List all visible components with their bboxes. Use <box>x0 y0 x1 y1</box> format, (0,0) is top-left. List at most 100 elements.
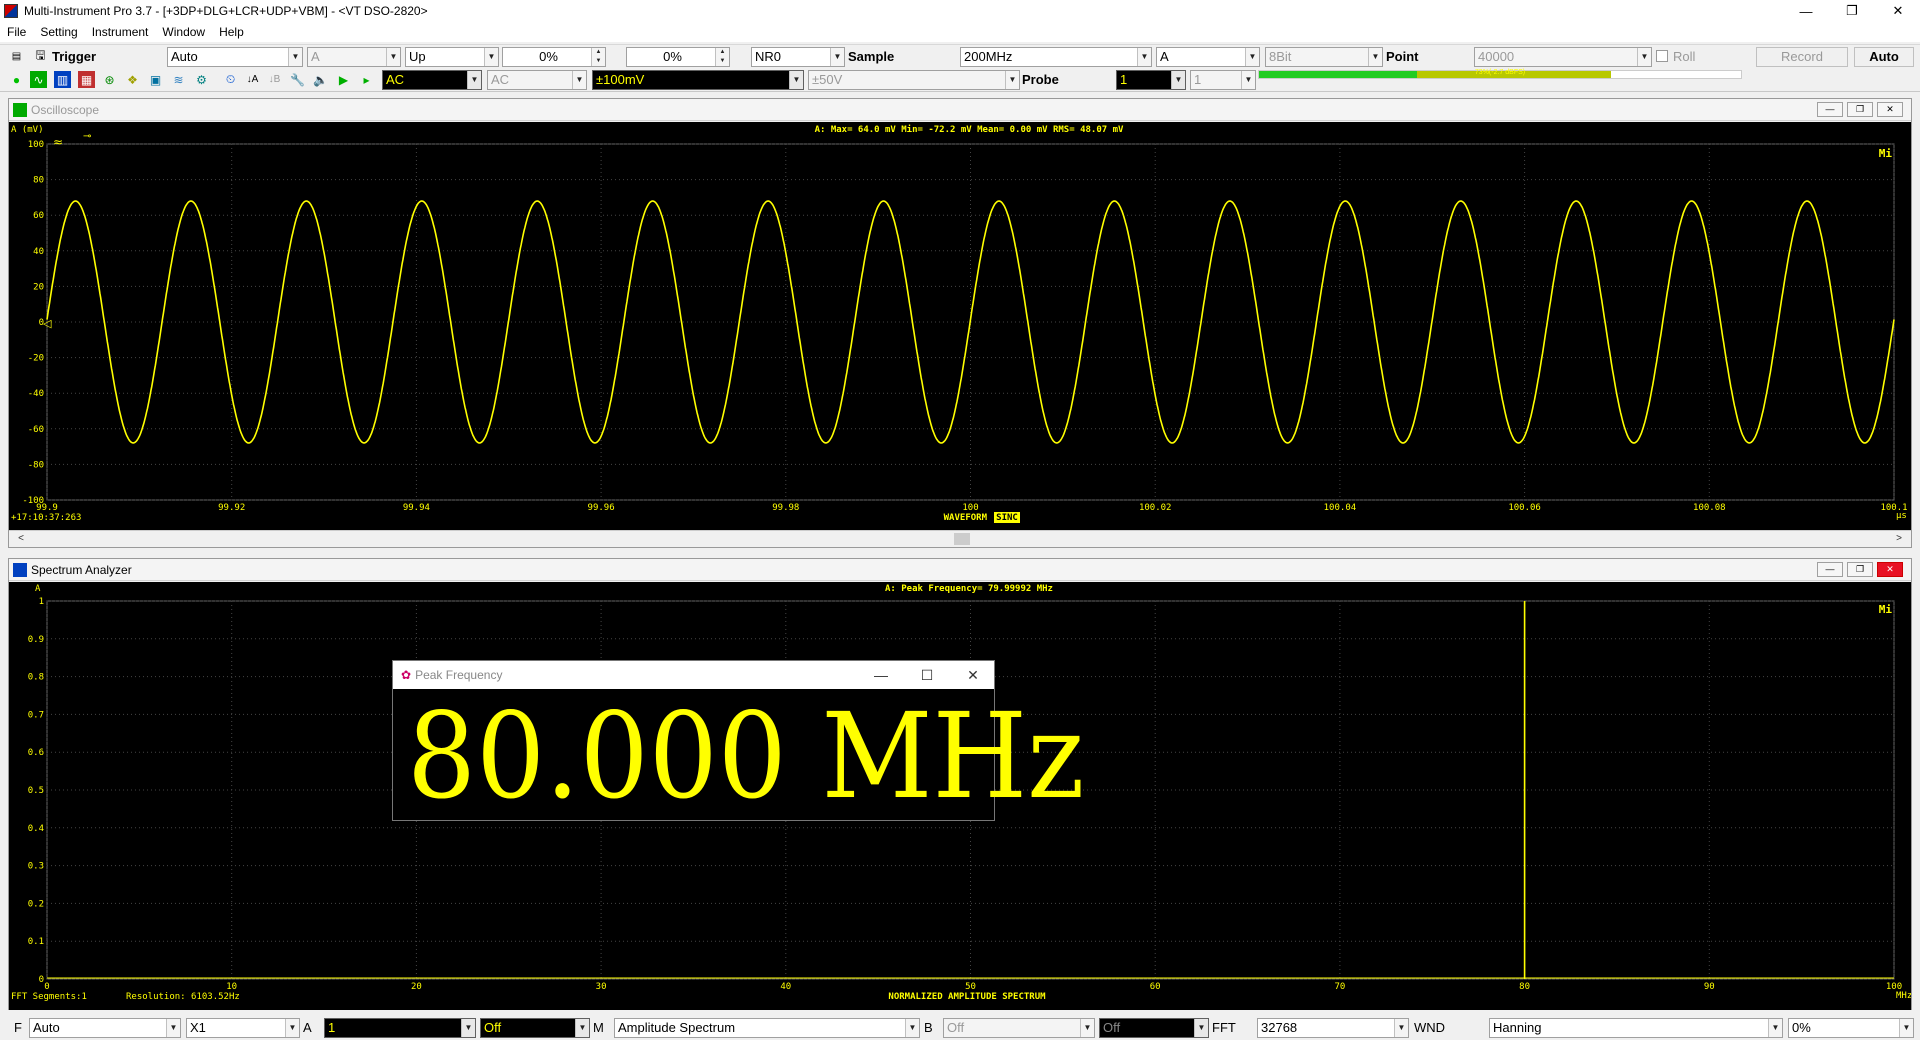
close-icon[interactable]: ✕ <box>950 661 996 689</box>
sample-channel-select[interactable]: A ▼ <box>1156 47 1260 67</box>
resolution: Resolution: 6103.52Hz <box>126 992 240 1002</box>
mode-label: NORMALIZED AMPLITUDE SPECTRUM <box>888 992 1046 1002</box>
wrench-icon[interactable]: 🔧 <box>289 71 306 88</box>
minimize-icon[interactable]: — <box>1817 102 1843 117</box>
step-icon[interactable]: ▸ <box>358 71 375 88</box>
trigger-level-stepper[interactable]: 0% ▲ ▼ <box>502 47 606 67</box>
window-function-select[interactable]: Hanning ▼ <box>1489 1018 1783 1038</box>
probe-a-value: 1 <box>1120 72 1128 87</box>
menu-file[interactable]: File <box>0 25 33 39</box>
b-average-select[interactable]: Off ▼ <box>943 1018 1095 1038</box>
scroll-left-icon[interactable]: < <box>13 531 29 547</box>
trigger-channel-select[interactable]: A ▼ <box>307 47 401 67</box>
run-indicator-icon[interactable]: ● <box>8 71 25 88</box>
menu-setting[interactable]: Setting <box>33 25 84 39</box>
peak-frequency-title: Peak Frequency <box>415 668 503 682</box>
auto-button[interactable]: Auto <box>1854 47 1914 67</box>
b-average-value: Off <box>947 1020 965 1035</box>
y-tick-label: -80 <box>28 460 44 470</box>
restore-button[interactable]: ❐ <box>1829 0 1875 22</box>
label-a-icon[interactable]: ↓A <box>244 71 261 88</box>
maximize-icon[interactable]: ☐ <box>904 661 950 689</box>
m-mode-select[interactable]: Amplitude Spectrum ▼ <box>614 1018 920 1038</box>
fft-segments: FFT Segments:1 <box>11 992 87 1002</box>
x-tick-label: 100 <box>962 503 978 513</box>
chevron-down-icon: ▼ <box>386 48 400 66</box>
y-tick-label: 40 <box>33 247 44 257</box>
x-tick-label: 99.94 <box>403 503 430 513</box>
spin-arrows-icon[interactable]: ▲ ▼ <box>591 48 605 66</box>
oscilloscope-icon[interactable]: ∿ <box>30 71 47 88</box>
zoom-value: X1 <box>190 1020 206 1035</box>
multimeter-icon[interactable]: ≋ <box>170 71 187 88</box>
trigger-toolbar: ▤ 🖫 Trigger Auto ▼ A ▼ Up ▼ 0% ▲ ▼ 0% ▲ ▼ NR0 ▼ … <box>0 44 1920 68</box>
speaker-icon[interactable]: 🔈 <box>312 71 329 88</box>
minimize-icon[interactable]: — <box>1817 562 1843 577</box>
phase-plot-icon[interactable]: ⊛ <box>101 71 118 88</box>
sample-rate-select[interactable]: 200MHz ▼ <box>960 47 1152 67</box>
range-b-select[interactable]: ±50V ▼ <box>808 70 1020 90</box>
oscilloscope-scrollbar[interactable]: < > <box>9 530 1911 546</box>
menu-instrument[interactable]: Instrument <box>85 25 156 39</box>
zoom-select[interactable]: X1 ▼ <box>186 1018 300 1038</box>
m-label: M <box>593 1020 604 1035</box>
spectrum-icon[interactable]: ▥ <box>54 71 71 88</box>
pretrigger-value: 0% <box>663 49 682 64</box>
restore-icon[interactable]: ❐ <box>1847 102 1873 117</box>
menu-window[interactable]: Window <box>155 25 212 39</box>
label-b-icon[interactable]: ↓B <box>266 71 283 88</box>
trigger-mode-select[interactable]: Auto ▼ <box>167 47 303 67</box>
record-button[interactable]: Record <box>1756 47 1848 67</box>
dds-icon[interactable]: ▣ <box>147 71 164 88</box>
overlap-select[interactable]: 0% ▼ <box>1788 1018 1914 1038</box>
scroll-right-icon[interactable]: > <box>1891 531 1907 547</box>
chevron-down-icon: ▼ <box>572 71 586 89</box>
f-mode-value: Auto <box>33 1020 60 1035</box>
oscilloscope-display[interactable]: 99.9 99.92 99.94 99.96 99.98 100 100.02 100.04 1… <box>9 122 1911 530</box>
peak-frequency-dialog: ✿ Peak Frequency — ☐ ✕ 80.000 MHz <box>392 660 1084 821</box>
coupling-b-select[interactable]: AC ▼ <box>487 70 587 90</box>
bit-depth-select[interactable]: 8Bit ▼ <box>1265 47 1383 67</box>
pretrigger-stepper[interactable]: 0% ▲ ▼ <box>626 47 730 67</box>
xy-plot-icon[interactable]: ❖ <box>124 71 141 88</box>
minimize-button[interactable]: — <box>1783 0 1829 22</box>
points-select[interactable]: 40000 ▼ <box>1474 47 1652 67</box>
close-icon[interactable]: ✕ <box>1877 562 1903 577</box>
save-icon[interactable]: 🖫 <box>32 48 49 65</box>
play-icon[interactable]: ▶ <box>335 71 352 88</box>
restore-icon[interactable]: ❐ <box>1847 562 1873 577</box>
f-mode-select[interactable]: Auto ▼ <box>29 1018 181 1038</box>
probe-a-select[interactable]: 1 ▼ <box>1116 70 1186 90</box>
close-icon[interactable]: ✕ <box>1877 102 1903 117</box>
peak-frequency-value: 80.000 MHz <box>407 687 1085 825</box>
b-label: B <box>924 1020 933 1035</box>
noise-reject-select[interactable]: NR0 ▼ <box>751 47 845 67</box>
chevron-down-icon: ▼ <box>905 1019 919 1037</box>
calibrate-icon[interactable]: ⏲ <box>222 71 239 88</box>
menu-help[interactable]: Help <box>212 25 251 39</box>
chevron-down-icon: ▼ <box>285 1019 299 1037</box>
spectrogram-icon[interactable]: ▦ <box>78 71 95 88</box>
y-tick-label: 0.8 <box>28 673 44 683</box>
spin-arrows-icon[interactable]: ▲ ▼ <box>715 48 729 66</box>
oscilloscope-chart[interactable]: 99.9 99.92 99.94 99.96 99.98 100 100.02 100.04 1… <box>9 122 1911 530</box>
oscilloscope-panel: Oscilloscope — ❐ ✕ 99.9 99.92 99.94 99.96 99… <box>8 98 1912 548</box>
b-off-select[interactable]: Off ▼ <box>1099 1018 1209 1038</box>
trigger-edge-select[interactable]: Up ▼ <box>405 47 499 67</box>
coupling-a-select[interactable]: AC ▼ <box>382 70 482 90</box>
close-button[interactable]: ✕ <box>1875 0 1920 22</box>
coupling-a-value: AC <box>386 72 405 87</box>
scroll-thumb[interactable] <box>954 533 970 545</box>
y-tick-label: -40 <box>28 389 44 399</box>
minimize-icon[interactable]: — <box>858 661 904 689</box>
fft-size-select[interactable]: 32768 ▼ <box>1257 1018 1409 1038</box>
probe-b-select[interactable]: 1 ▼ <box>1190 70 1256 90</box>
device-test-icon[interactable]: ⚙ <box>193 71 210 88</box>
y-tick-label: 0.9 <box>28 635 44 645</box>
oscilloscope-header: Oscilloscope — ❐ ✕ <box>9 99 1911 121</box>
y-tick-label: 0.6 <box>28 748 44 758</box>
roll-checkbox[interactable] <box>1656 50 1668 62</box>
a-off-select[interactable]: Off ▼ <box>480 1018 590 1038</box>
range-a-select[interactable]: ±100mV ▼ <box>592 70 804 90</box>
a-average-select[interactable]: 1 ▼ <box>324 1018 476 1038</box>
